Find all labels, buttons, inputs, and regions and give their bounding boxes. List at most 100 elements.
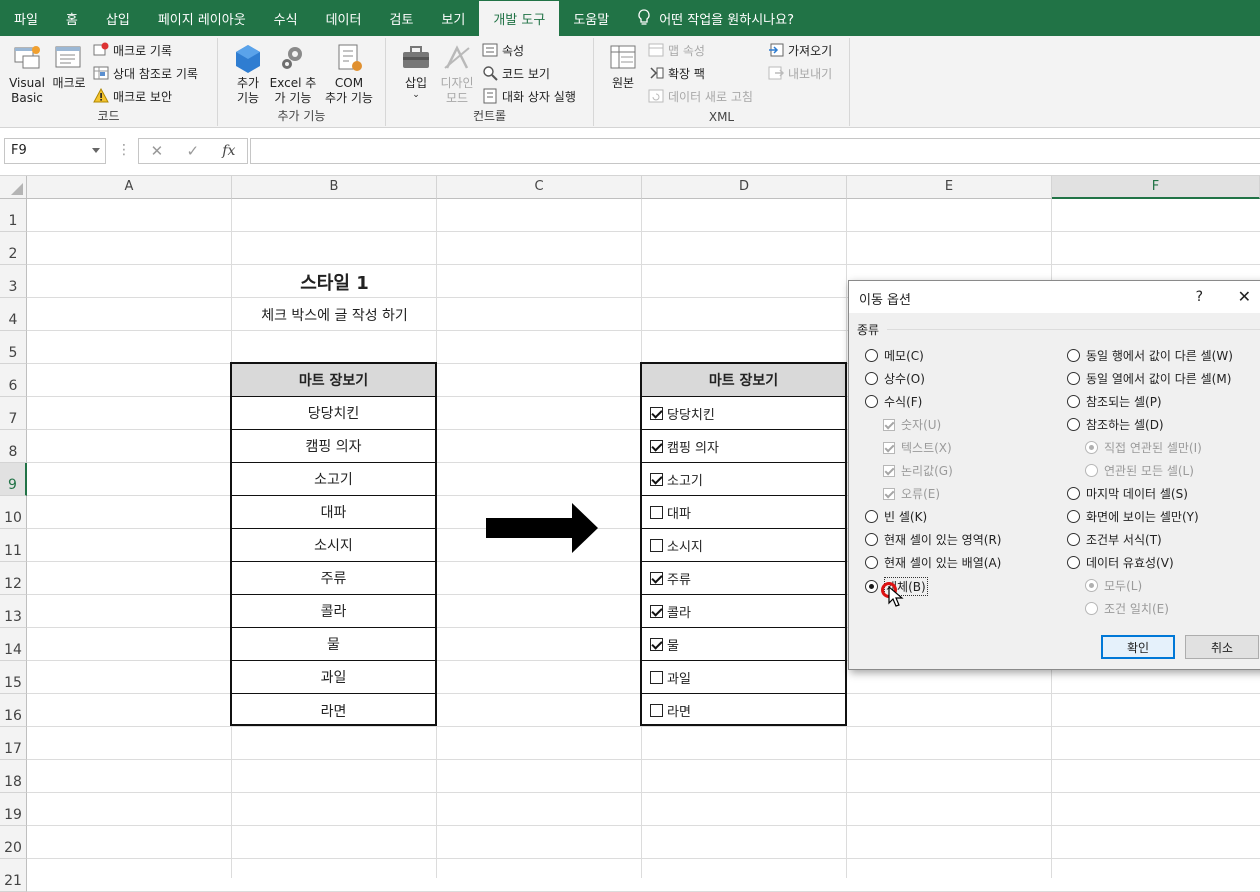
xml-source-button[interactable]: 원본 xyxy=(606,42,640,91)
refresh-data-button[interactable]: 데이터 새로 고침 xyxy=(648,86,753,106)
table-row[interactable]: 당당치킨 xyxy=(232,397,435,430)
checkbox-row[interactable]: 물 xyxy=(642,628,845,661)
row-header-17[interactable]: 17 xyxy=(0,727,27,760)
row-header-9[interactable]: 9 xyxy=(0,463,27,496)
visual-basic-button[interactable]: Visual Basic xyxy=(6,42,48,106)
row-header-16[interactable]: 16 xyxy=(0,694,27,727)
tab-view[interactable]: 보기 xyxy=(427,0,479,36)
row-header-19[interactable]: 19 xyxy=(0,793,27,826)
checkbox-row[interactable]: 소시지 xyxy=(642,529,845,562)
option-validation-same[interactable]: 조건 일치(E) xyxy=(1085,600,1169,617)
export-button[interactable]: 내보내기 xyxy=(768,63,832,83)
expansion-packs-button[interactable]: 확장 팩 xyxy=(648,63,705,83)
checkbox-row[interactable]: 대파 xyxy=(642,496,845,529)
column-header-e[interactable]: E xyxy=(847,176,1052,199)
column-header-d[interactable]: D xyxy=(642,176,847,199)
checkbox[interactable] xyxy=(650,571,663,585)
ok-button[interactable]: 확인 xyxy=(1101,635,1175,659)
checkbox[interactable] xyxy=(650,604,663,618)
cancel-button[interactable]: 취소 xyxy=(1185,635,1259,659)
row-header-10[interactable]: 10 xyxy=(0,496,27,529)
tab-data[interactable]: 데이터 xyxy=(312,0,376,36)
option-blanks[interactable]: 빈 셀(K) xyxy=(865,508,927,525)
column-header-b[interactable]: B xyxy=(232,176,437,199)
tab-home[interactable]: 홈 xyxy=(52,0,92,36)
option-last-cell[interactable]: 마지막 데이터 셀(S) xyxy=(1067,485,1188,502)
tab-formulas[interactable]: 수식 xyxy=(260,0,312,36)
checkbox[interactable] xyxy=(650,439,663,453)
checkbox[interactable] xyxy=(650,406,663,420)
tab-insert[interactable]: 삽입 xyxy=(92,0,144,36)
row-header-15[interactable]: 15 xyxy=(0,661,27,694)
option-numbers[interactable]: 숫자(U) xyxy=(883,416,941,433)
map-properties-button[interactable]: 맵 속성 xyxy=(648,40,705,60)
checkbox[interactable] xyxy=(650,505,663,519)
option-current-region[interactable]: 현재 셀이 있는 영역(R) xyxy=(865,531,1001,548)
option-data-validation[interactable]: 데이터 유효성(V) xyxy=(1067,554,1174,571)
option-precedents[interactable]: 참조되는 셀(P) xyxy=(1067,393,1162,410)
excel-addins-button[interactable]: Excel 추 가 기능 xyxy=(268,42,318,106)
option-validation-all[interactable]: 모두(L) xyxy=(1085,577,1142,594)
com-addins-button[interactable]: COM 추가 기능 xyxy=(320,42,378,106)
table-row[interactable]: 콜라 xyxy=(232,595,435,628)
row-header-5[interactable]: 5 xyxy=(0,331,27,364)
macros-button[interactable]: 매크로 xyxy=(50,42,88,91)
addins-button[interactable]: 추가 기능 xyxy=(230,42,266,106)
option-errors[interactable]: 오류(E) xyxy=(883,485,940,502)
column-header-a[interactable]: A xyxy=(27,176,232,199)
row-header-11[interactable]: 11 xyxy=(0,529,27,562)
row-header-1[interactable]: 1 xyxy=(0,199,27,232)
row-header-12[interactable]: 12 xyxy=(0,562,27,595)
checkbox-row[interactable]: 과일 xyxy=(642,661,845,694)
checkbox[interactable] xyxy=(650,670,663,684)
checkbox[interactable] xyxy=(650,538,663,552)
option-current-array[interactable]: 현재 셀이 있는 배열(A) xyxy=(865,554,1001,571)
tab-developer[interactable]: 개발 도구 xyxy=(479,0,560,36)
view-code-button[interactable]: 코드 보기 xyxy=(482,63,550,83)
column-header-f[interactable]: F xyxy=(1052,176,1260,199)
option-constants[interactable]: 상수(O) xyxy=(865,370,925,387)
table-row[interactable]: 주류 xyxy=(232,562,435,595)
option-comments[interactable]: 메모(C) xyxy=(865,347,924,364)
macro-security-button[interactable]: 매크로 보안 xyxy=(93,86,172,106)
option-conditional-formats[interactable]: 조건부 서식(T) xyxy=(1067,531,1162,548)
table-row[interactable]: 과일 xyxy=(232,661,435,694)
import-button[interactable]: 가져오기 xyxy=(768,40,832,60)
tab-file[interactable]: 파일 xyxy=(0,0,52,36)
row-header-7[interactable]: 7 xyxy=(0,397,27,430)
option-logicals[interactable]: 논리값(G) xyxy=(883,462,953,479)
checkbox-row[interactable]: 콜라 xyxy=(642,595,845,628)
help-button[interactable]: ? xyxy=(1196,289,1203,305)
option-formulas[interactable]: 수식(F) xyxy=(865,393,922,410)
option-column-differences[interactable]: 동일 열에서 값이 다른 셀(M) xyxy=(1067,370,1231,387)
checkbox-row[interactable]: 라면 xyxy=(642,694,845,727)
tab-help[interactable]: 도움말 xyxy=(559,0,623,36)
enter-entry-button[interactable]: ✓ xyxy=(186,142,199,160)
row-header-20[interactable]: 20 xyxy=(0,826,27,859)
insert-function-button[interactable]: fx xyxy=(222,143,235,159)
table-row[interactable]: 라면 xyxy=(232,694,435,727)
column-header-c[interactable]: C xyxy=(437,176,642,199)
formula-bar-grip[interactable]: ⋮ xyxy=(117,142,131,158)
checkbox-row[interactable]: 당당치킨 xyxy=(642,397,845,430)
option-direct-only[interactable]: 직접 연관된 셀만(I) xyxy=(1085,439,1202,456)
insert-control-button[interactable]: 삽입 ⌄ xyxy=(396,42,436,100)
table-row[interactable]: 캠핑 의자 xyxy=(232,430,435,463)
cancel-entry-button[interactable]: ✕ xyxy=(151,142,164,160)
tell-me-box[interactable]: 어떤 작업을 원하시나요? xyxy=(623,0,794,36)
properties-button[interactable]: 속성 xyxy=(482,40,524,60)
option-all-levels[interactable]: 연관된 모든 셀(L) xyxy=(1085,462,1194,479)
tab-page-layout[interactable]: 페이지 레이아웃 xyxy=(144,0,260,36)
run-dialog-button[interactable]: 대화 상자 실행 xyxy=(482,86,576,106)
table-row[interactable]: 물 xyxy=(232,628,435,661)
table-row[interactable]: 소고기 xyxy=(232,463,435,496)
row-header-3[interactable]: 3 xyxy=(0,265,27,298)
table-row[interactable]: 대파 xyxy=(232,496,435,529)
row-header-18[interactable]: 18 xyxy=(0,760,27,793)
relative-reference-button[interactable]: 상대 참조로 기록 xyxy=(93,63,198,83)
option-dependents[interactable]: 참조하는 셀(D) xyxy=(1067,416,1164,433)
formula-input[interactable] xyxy=(250,138,1260,164)
checkbox-row[interactable]: 캠핑 의자 xyxy=(642,430,845,463)
tab-review[interactable]: 검토 xyxy=(375,0,427,36)
record-macro-button[interactable]: 매크로 기록 xyxy=(93,40,172,60)
